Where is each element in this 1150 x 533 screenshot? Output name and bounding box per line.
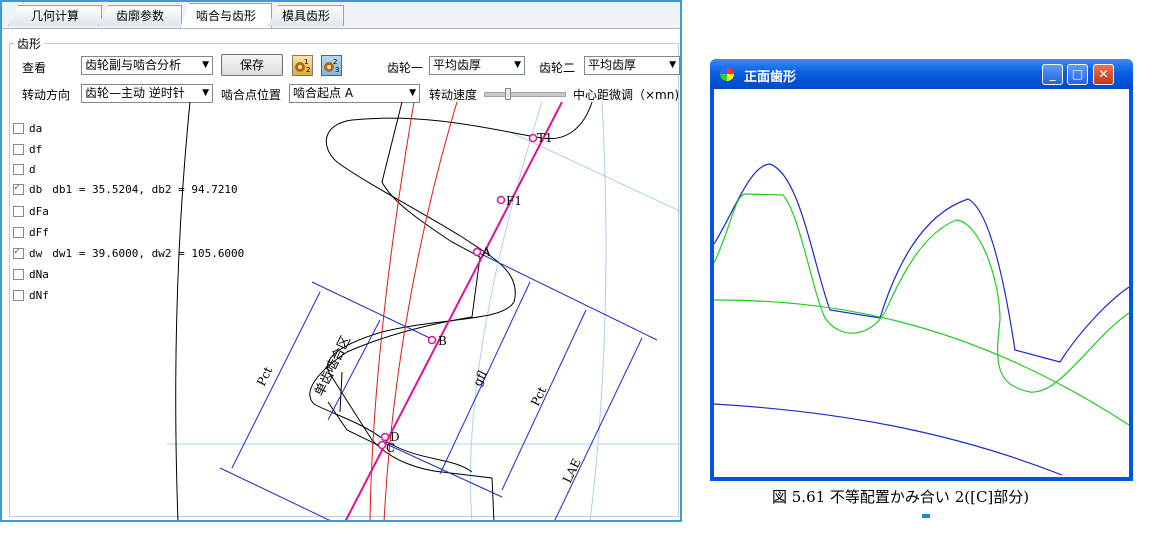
dim-label-single-tooth-zone: 单齿啮合区 [312, 334, 354, 399]
tab-bar: 几何计算 齿廓参数 啮合与齿形 模具齿形 [2, 2, 680, 29]
speed-label: 转动速度 [429, 88, 478, 102]
window-title-bar[interactable]: 正面歯形 _ □ ✕ [710, 59, 1133, 89]
chevron-down-icon: ▼ [669, 60, 676, 70]
svg-text:3: 3 [335, 66, 339, 74]
checkbox[interactable] [13, 289, 24, 301]
chevron-down-icon: ▼ [409, 88, 416, 98]
pitch-circle-red [383, 102, 458, 520]
svg-text:2: 2 [333, 58, 337, 66]
circle-name: db [29, 182, 43, 196]
center-distance-label: 中心距微调（×mn) [573, 88, 680, 102]
close-icon[interactable]: ✕ [1093, 64, 1114, 85]
circle-name: d [29, 162, 36, 176]
circle-name: dNf [29, 288, 49, 302]
dim-label-gfl: gfl [470, 368, 489, 388]
tab-mold-profile[interactable]: 模具齿形 [268, 5, 344, 26]
pinion-circle-green [714, 299, 1129, 426]
circle-option-dFf[interactable]: dFf [13, 225, 49, 239]
tooth-profile-plot [714, 163, 1129, 476]
point-label-c: C [386, 441, 395, 455]
direction-label: 转动方向 [22, 88, 71, 102]
circle-option-d[interactable]: d [13, 162, 36, 176]
direction-select[interactable]: 齿轮—主动 逆时针 ▼ [81, 84, 213, 103]
speed-slider-thumb[interactable] [505, 88, 511, 100]
direction-select-value: 齿轮—主动 逆时针 [85, 86, 185, 100]
view-select[interactable]: 齿轮副与啮合分析 ▼ [81, 56, 213, 75]
gear-tooth-profile [325, 102, 593, 520]
chevron-down-icon: ▼ [514, 60, 521, 70]
window-title: 正面歯形 [744, 70, 797, 85]
gear-ratio-1-2-icon[interactable]: 12 [292, 55, 313, 76]
circle-option-da[interactable]: da [13, 121, 42, 135]
circle-option-dFa[interactable]: dFa [13, 204, 49, 218]
minimize-icon[interactable]: _ [1042, 64, 1063, 85]
line-of-action [344, 102, 563, 520]
point-label-b: B [438, 334, 447, 348]
dim-label-pct-left: Pct [254, 364, 275, 388]
gear-design-panel: 几何计算 齿廓参数 啮合与齿形 模具齿形 齿形 查看 齿轮副与啮合分析 ▼ 保存… [0, 0, 682, 522]
tab-meshing[interactable]: 啮合与齿形 [180, 3, 272, 28]
circle-name: da [29, 121, 43, 135]
circle-name: dNa [29, 267, 49, 281]
checkbox[interactable] [13, 122, 24, 134]
decorative-mark [922, 514, 930, 518]
svg-text:2: 2 [306, 66, 310, 74]
svg-text:1: 1 [304, 58, 308, 66]
root-circle-arc [589, 102, 607, 520]
checkbox-checked[interactable] [13, 182, 24, 195]
save-button[interactable]: 保存 [221, 54, 283, 76]
gear-circle-blue [714, 403, 1063, 476]
tab-geometry[interactable]: 几何计算 [8, 5, 102, 26]
checkbox[interactable] [13, 205, 24, 217]
gear-tooth-blue [714, 163, 1129, 363]
speed-slider-track[interactable] [484, 92, 566, 97]
view-label: 查看 [22, 61, 47, 75]
circle-option-dNf[interactable]: dNf [13, 288, 49, 302]
front-tooth-profile-window: 正面歯形 _ □ ✕ [710, 59, 1133, 481]
dimension-lines [219, 251, 658, 520]
chevron-down-icon: ▼ [202, 88, 209, 98]
gear2-label: 齿轮二 [539, 61, 576, 75]
maximize-icon[interactable]: □ [1067, 64, 1088, 85]
tab-profile-params[interactable]: 齿廓参数 [98, 5, 182, 26]
checkbox[interactable] [13, 143, 24, 155]
app-icon [720, 67, 734, 81]
point-label-a: A [481, 245, 491, 259]
checkbox[interactable] [13, 268, 24, 280]
tooth-profile-canvas [714, 89, 1129, 477]
point-label-t1: T1 [537, 131, 553, 145]
view-select-value: 齿轮副与啮合分析 [85, 58, 182, 72]
checkbox-checked[interactable] [13, 246, 24, 259]
gear1-select-value: 平均齿厚 [433, 58, 482, 72]
circle-name: df [29, 142, 43, 156]
figure-caption: 図 5.61 不等配置かみ合い 2([C]部分) [772, 488, 1030, 506]
gear1-label: 齿轮一 [387, 61, 424, 75]
gear-ratio-2-3-icon[interactable]: 23 [321, 55, 342, 76]
circle-option-df[interactable]: df [13, 142, 42, 156]
radial-line [509, 131, 680, 212]
circle-name: dw [29, 246, 43, 260]
meshing-diagram: T1 F1 A B D C Pct 单齿啮合区 gfl Pct LAE [167, 102, 680, 520]
mesh-points [377, 133, 538, 450]
gear2-select[interactable]: 平均齿厚 ▼ [584, 56, 680, 75]
group-title: 齿形 [14, 35, 45, 52]
mesh-point-select-value: 啮合起点 A [293, 86, 354, 100]
mesh-point-label: 啮合点位置 [221, 88, 282, 102]
checkbox[interactable] [13, 226, 24, 238]
gear1-select[interactable]: 平均齿厚 ▼ [429, 56, 525, 75]
base-circle-arc [469, 102, 543, 520]
checkbox[interactable] [13, 163, 24, 175]
pinion-tooth-profile [309, 102, 481, 473]
dim-label-pct-right: Pct [528, 384, 549, 408]
pinion-tooth-green [714, 193, 1129, 393]
circle-option-dNa[interactable]: dNa [13, 267, 49, 281]
gear2-select-value: 平均齿厚 [588, 58, 637, 72]
circle-name: dFa [29, 204, 49, 218]
mesh-point-select[interactable]: 啮合起点 A ▼ [289, 84, 420, 103]
dim-label-lae: LAE [560, 456, 584, 485]
chevron-down-icon: ▼ [202, 60, 209, 70]
gear-circle-arc [175, 102, 191, 520]
circle-name: dFf [29, 225, 49, 239]
point-label-f1: F1 [506, 194, 522, 208]
